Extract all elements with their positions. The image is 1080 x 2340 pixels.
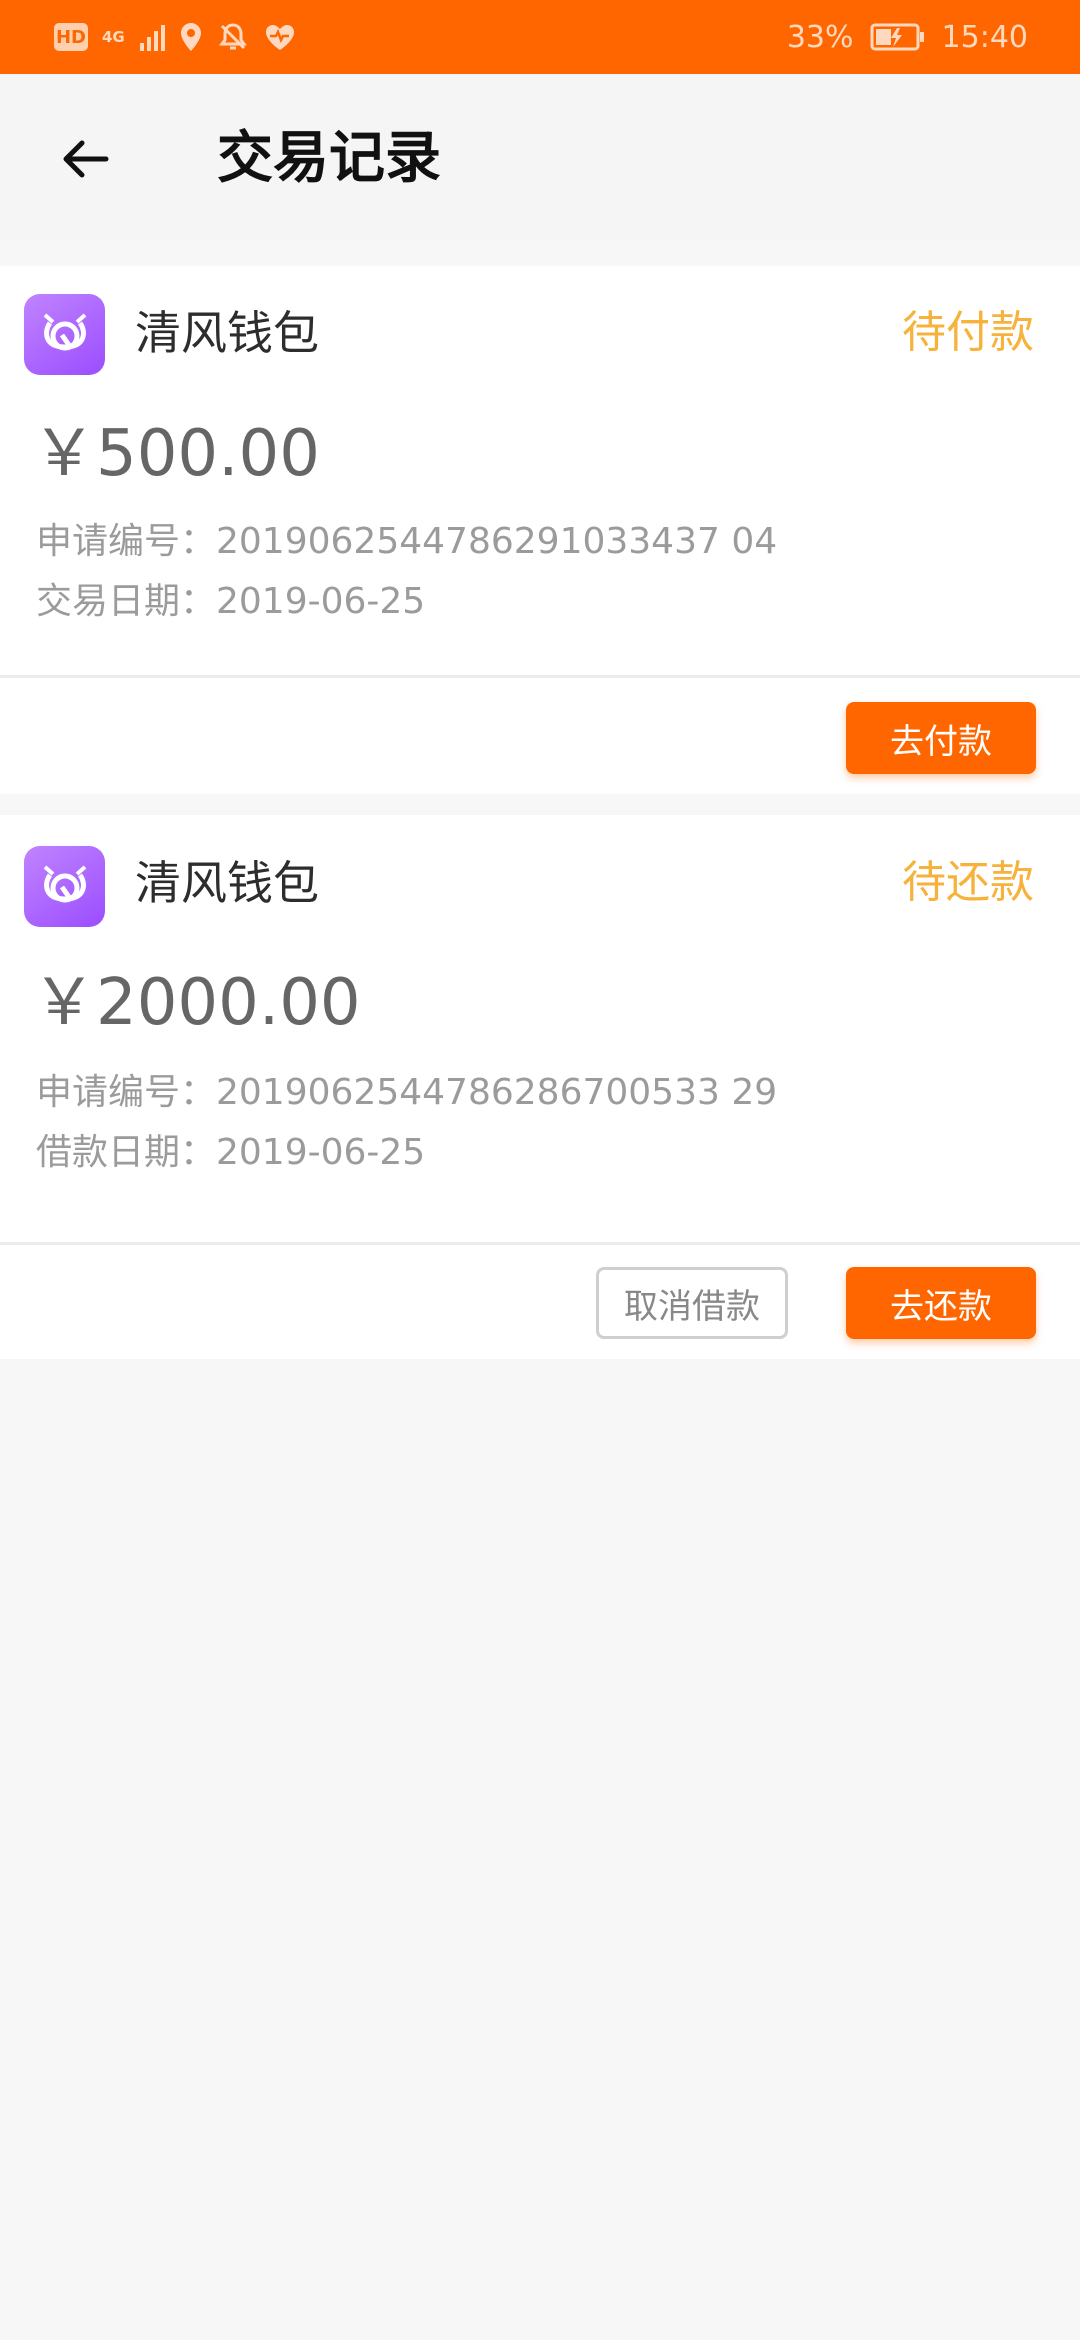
wallet-logo-icon — [24, 846, 105, 927]
transaction-date: 交易日期：2019-06-25 — [36, 581, 426, 622]
status-badge: 待付款 — [902, 307, 1034, 358]
battery-percent: 33% — [786, 19, 854, 55]
arrow-left-icon — [63, 140, 109, 178]
card-divider — [0, 1242, 1080, 1245]
status-badge: 待还款 — [902, 857, 1034, 908]
wallet-logo-icon — [24, 294, 105, 375]
network-label: 4G — [102, 27, 125, 46]
wallet-name: 清风钱包 — [135, 856, 319, 910]
transaction-card: 清风钱包 待付款 ￥500.00 申请编号：201906254478629103… — [0, 266, 1080, 794]
application-number: 申请编号：2019062544786291033437 04 — [36, 521, 778, 562]
card-divider — [0, 675, 1080, 678]
transaction-amount: ￥500.00 — [32, 417, 320, 491]
app-header: 交易记录 — [0, 74, 1080, 240]
bell-muted-icon — [219, 23, 247, 50]
back-button[interactable] — [48, 122, 122, 196]
repay-button[interactable]: 去还款 — [846, 1267, 1036, 1339]
status-left-icons: HD 4G — [54, 16, 297, 58]
battery-icon — [870, 23, 924, 51]
status-bar: HD 4G 33% 15:40 — [0, 0, 1080, 74]
health-icon — [266, 25, 294, 50]
transaction-amount: ￥2000.00 — [32, 966, 361, 1040]
status-time: 15:40 — [941, 19, 1028, 55]
hd-icon: HD — [54, 23, 88, 51]
status-right: 33% 15:40 — [787, 16, 1028, 58]
signal-icon — [140, 23, 165, 51]
location-icon — [181, 23, 201, 51]
transaction-card: 清风钱包 待还款 ￥2000.00 申请编号：20190625447862867… — [0, 815, 1080, 1359]
loan-date: 借款日期：2019-06-25 — [36, 1132, 426, 1173]
wallet-name: 清风钱包 — [135, 306, 319, 360]
cancel-loan-button[interactable]: 取消借款 — [596, 1267, 788, 1339]
page-title: 交易记录 — [217, 126, 441, 191]
pay-button[interactable]: 去付款 — [846, 702, 1036, 774]
application-number: 申请编号：2019062544786286700533 29 — [36, 1072, 778, 1113]
